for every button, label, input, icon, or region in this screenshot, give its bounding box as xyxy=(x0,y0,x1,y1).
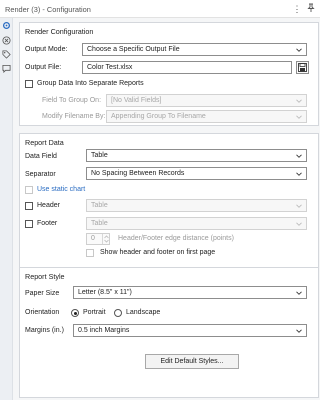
output-mode-label: Output Mode: xyxy=(25,46,68,53)
footer-value: Table xyxy=(91,220,108,227)
save-icon[interactable] xyxy=(296,61,309,74)
config-sidebar xyxy=(0,18,13,400)
output-mode-dropdown[interactable]: Choose a Specific Output File xyxy=(82,43,307,56)
margins-value: 0.5 inch Margins xyxy=(78,327,130,334)
chevron-down-icon xyxy=(296,172,302,176)
portrait-label: Portrait xyxy=(83,309,106,316)
footer-label: Footer xyxy=(37,220,58,227)
more-options-icon[interactable]: ⋮ xyxy=(291,3,303,15)
separator-value: No Spacing Between Records xyxy=(91,170,185,177)
landscape-radio[interactable] xyxy=(114,309,122,317)
static-chart-label: Use static chart xyxy=(37,186,86,193)
window-title: Render (3) - Configuration xyxy=(5,5,91,14)
group-data-label: Group Data Into Separate Reports xyxy=(37,80,144,87)
data-field-dropdown[interactable]: Table xyxy=(86,149,307,162)
circle-x-icon[interactable] xyxy=(2,36,11,45)
portrait-radio[interactable] xyxy=(71,309,79,317)
output-file-value: Color Test.xlsx xyxy=(87,64,133,71)
header-value: Table xyxy=(91,202,108,209)
output-file-field[interactable]: Color Test.xlsx xyxy=(82,61,292,74)
header-label: Header xyxy=(37,202,60,209)
margins-label: Margins (in.) xyxy=(25,327,64,334)
report-data-group: Report Data Data Field Table Separator N… xyxy=(19,133,319,280)
chevron-down-icon xyxy=(296,154,302,158)
margins-dropdown[interactable]: 0.5 inch Margins xyxy=(73,324,307,337)
comment-icon[interactable] xyxy=(2,64,11,74)
modify-filename-value: Appending Group To Filename xyxy=(111,113,206,120)
group-data-checkbox[interactable] xyxy=(25,80,33,88)
render-configuration-title: Render Configuration xyxy=(25,27,94,36)
header-dropdown[interactable]: Table xyxy=(86,199,307,212)
show-first-page-checkbox[interactable] xyxy=(86,249,94,257)
chevron-down-icon xyxy=(296,291,302,295)
tag-icon[interactable] xyxy=(2,50,11,59)
stepper-arrows-icon[interactable] xyxy=(102,234,109,244)
chevron-down-icon xyxy=(296,204,302,208)
landscape-label: Landscape xyxy=(126,309,161,316)
configuration-panel: Render Configuration Output Mode: Choose… xyxy=(14,18,320,400)
chevron-down-icon xyxy=(296,48,302,52)
chevron-down-icon xyxy=(296,222,302,226)
edge-distance-stepper[interactable]: 0 xyxy=(86,233,110,245)
static-chart-checkbox[interactable] xyxy=(25,186,33,194)
data-field-value: Table xyxy=(91,152,108,159)
modify-filename-label: Modify Filename By: xyxy=(42,113,106,120)
output-mode-value: Choose a Specific Output File xyxy=(87,46,180,53)
chevron-down-icon xyxy=(296,329,302,333)
footer-checkbox[interactable] xyxy=(25,220,33,228)
render-configuration-group: Render Configuration Output Mode: Choose… xyxy=(19,22,319,126)
show-first-page-label: Show header and footer on first page xyxy=(100,249,216,256)
pin-icon[interactable] xyxy=(305,3,317,15)
gear-icon[interactable] xyxy=(2,21,11,30)
title-bar: Render (3) - Configuration ⋮ xyxy=(0,0,320,18)
chevron-down-icon xyxy=(296,115,302,119)
header-checkbox[interactable] xyxy=(25,202,33,210)
modify-filename-dropdown[interactable]: Appending Group To Filename xyxy=(106,110,307,123)
field-to-group-dropdown[interactable]: [No Valid Fields] xyxy=(106,94,307,107)
orientation-label: Orientation xyxy=(25,309,60,316)
field-to-group-label: Field To Group On: xyxy=(42,97,102,104)
edit-default-styles-button[interactable]: Edit Default Styles... xyxy=(145,354,239,369)
paper-size-label: Paper Size xyxy=(25,290,60,297)
paper-size-value: Letter (8.5" x 11") xyxy=(78,289,132,296)
separator-dropdown[interactable]: No Spacing Between Records xyxy=(86,167,307,180)
paper-size-dropdown[interactable]: Letter (8.5" x 11") xyxy=(73,286,307,299)
output-file-label: Output File: xyxy=(25,64,62,71)
report-style-group: Report Style Paper Size Letter (8.5" x 1… xyxy=(19,267,319,398)
field-to-group-value: [No Valid Fields] xyxy=(111,97,162,104)
report-style-title: Report Style xyxy=(25,272,65,281)
data-field-label: Data Field xyxy=(25,153,57,160)
chevron-down-icon xyxy=(296,99,302,103)
footer-dropdown[interactable]: Table xyxy=(86,217,307,230)
edge-distance-label: Header/Footer edge distance (points) xyxy=(118,235,234,242)
edge-distance-value: 0 xyxy=(91,235,95,242)
separator-label: Separator xyxy=(25,171,56,178)
report-data-title: Report Data xyxy=(25,138,64,147)
